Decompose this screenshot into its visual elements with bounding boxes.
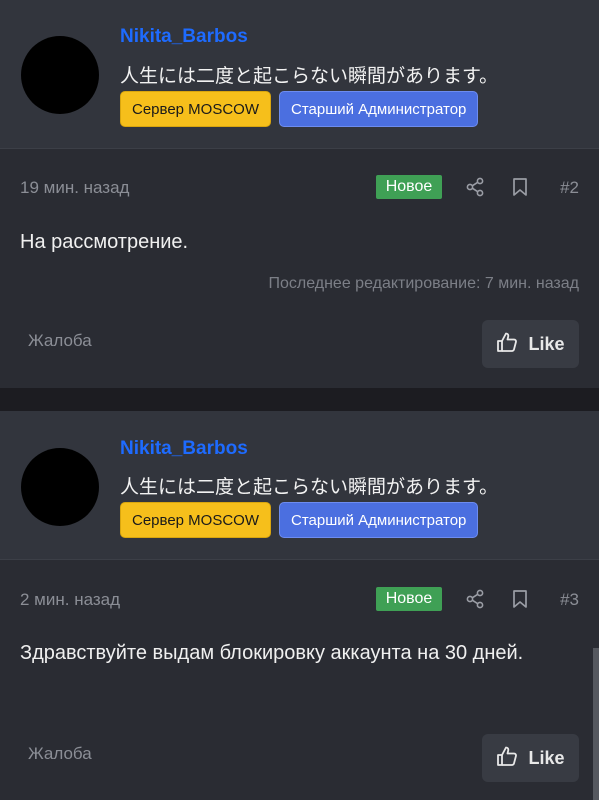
post-number[interactable]: #2 (560, 178, 579, 198)
last-edited: Последнее редактирование: 7 мин. назад (268, 275, 579, 292)
share-icon[interactable] (464, 176, 486, 198)
new-badge: Новое (376, 175, 442, 199)
user-info-block: Nikita_Barbos 人生には二度と起こらない瞬間があります。 Серве… (0, 411, 599, 560)
post-time[interactable]: 19 мин. назад (20, 178, 129, 198)
server-badge: Сервер MOSCOW (120, 91, 271, 127)
bookmark-icon[interactable] (509, 588, 531, 610)
post-2: Nikita_Barbos 人生には二度と起こらない瞬間があります。 Серве… (0, 0, 599, 388)
username-link[interactable]: Nikita_Barbos (120, 26, 248, 48)
thumbs-up-icon (496, 745, 518, 772)
like-label: Like (528, 747, 565, 768)
scrollbar[interactable] (593, 648, 599, 800)
post-body: На рассмотрение. (20, 231, 189, 253)
role-badge: Старший Администратор (279, 91, 479, 127)
user-info-block: Nikita_Barbos 人生には二度と起こらない瞬間があります。 Серве… (0, 0, 599, 149)
like-button[interactable]: Like (482, 320, 579, 368)
avatar[interactable] (21, 448, 99, 526)
share-icon[interactable] (464, 588, 486, 610)
avatar[interactable] (21, 36, 99, 114)
report-link[interactable]: Жалоба (28, 331, 92, 351)
like-label: Like (528, 333, 565, 354)
role-badge: Старший Администратор (279, 502, 479, 538)
thumbs-up-icon (496, 331, 518, 358)
new-badge: Новое (376, 587, 442, 611)
user-status: 人生には二度と起こらない瞬間があります。 (120, 65, 499, 87)
post-number[interactable]: #3 (560, 590, 579, 610)
post-time[interactable]: 2 мин. назад (20, 590, 120, 610)
like-button[interactable]: Like (482, 734, 579, 782)
username-link[interactable]: Nikita_Barbos (120, 438, 248, 460)
server-badge: Сервер MOSCOW (120, 502, 271, 538)
bookmark-icon[interactable] (509, 176, 531, 198)
report-link[interactable]: Жалоба (28, 744, 92, 764)
post-body: Здравствуйте выдам блокировку аккаунта н… (20, 642, 524, 664)
user-status: 人生には二度と起こらない瞬間があります。 (120, 476, 499, 498)
post-3: Nikita_Barbos 人生には二度と起こらない瞬間があります。 Серве… (0, 411, 599, 800)
